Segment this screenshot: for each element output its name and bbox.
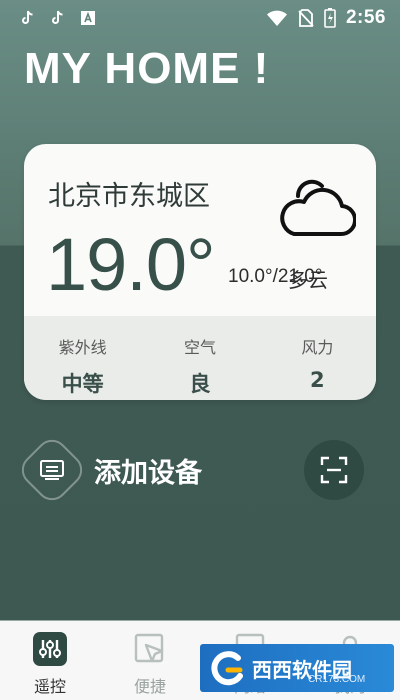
nav-item-remote[interactable]: 遥控 — [15, 631, 85, 697]
scan-button[interactable] — [304, 440, 364, 500]
device-icon — [15, 433, 89, 507]
metric-wind: 风力 2 — [259, 316, 376, 400]
battery-charging-icon — [324, 8, 336, 28]
status-time: 2:56 — [345, 7, 386, 28]
weather-description: 多云 — [288, 268, 328, 292]
nav-label: 遥控 — [33, 677, 66, 696]
shortcut-icon — [132, 631, 168, 667]
watermark-logo: 西西软件园 CR173.COM — [200, 644, 394, 692]
watermark-subtext: CR173.COM — [308, 674, 366, 685]
metric-value: 中等 — [61, 372, 104, 396]
metric-label: 空气 — [183, 338, 216, 357]
logo-icon — [211, 651, 243, 686]
weather-location: 北京市东城区 — [48, 181, 210, 212]
wifi-icon — [266, 10, 288, 26]
metric-air: 空气 良 — [141, 316, 258, 400]
add-device-row[interactable]: 添加设备 — [15, 433, 364, 507]
page-title: MY HOME ! — [24, 44, 270, 93]
tiktok-icon — [20, 10, 36, 26]
weather-metrics: 紫外线 中等 空气 良 风力 2 — [24, 316, 376, 400]
scan-icon — [320, 456, 348, 484]
cloud-icon — [274, 172, 358, 240]
sliders-icon — [32, 631, 68, 667]
add-device-label[interactable]: 添加设备 — [94, 451, 202, 490]
nav-label: 便捷 — [133, 677, 166, 696]
metric-uv: 紫外线 中等 — [24, 316, 141, 400]
metric-label: 紫外线 — [58, 338, 107, 357]
metric-value: 2 — [310, 368, 325, 392]
metric-label: 风力 — [301, 338, 334, 357]
weather-card[interactable]: 北京市东城区 19.0° 10.0°/21.0° 多云 紫外线 中等 空气 良 … — [24, 144, 376, 400]
weather-temperature: 19.0° — [46, 223, 216, 306]
tiktok-icon — [50, 10, 66, 26]
status-bar: 2:56 — [0, 0, 400, 36]
nav-item-shortcut[interactable]: 便捷 — [115, 631, 185, 697]
metric-value: 良 — [189, 372, 211, 396]
no-sim-icon — [298, 9, 314, 27]
text-a-icon — [80, 10, 96, 26]
